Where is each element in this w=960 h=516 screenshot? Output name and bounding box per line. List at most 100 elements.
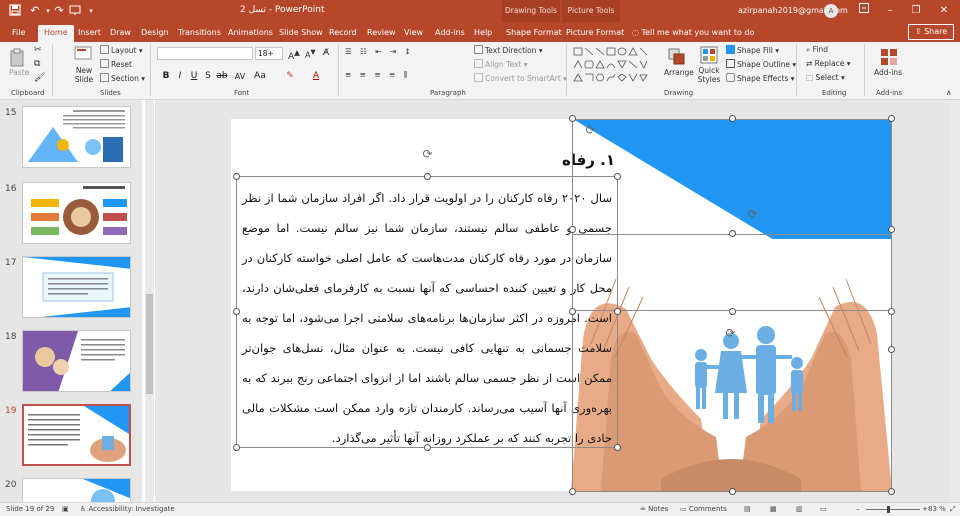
- resize-handle[interactable]: [424, 173, 431, 180]
- zoom-slider-thumb[interactable]: [887, 506, 890, 513]
- slide-sorter-icon[interactable]: ▦: [770, 505, 777, 513]
- tab-home[interactable]: Home: [38, 25, 74, 42]
- rotate-handle-icon[interactable]: ⟳: [584, 124, 597, 137]
- ribbon-display-options-icon[interactable]: [856, 3, 872, 19]
- resize-handle[interactable]: [888, 488, 895, 495]
- character-spacing-icon[interactable]: AV: [234, 70, 246, 83]
- resize-handle[interactable]: [233, 444, 240, 451]
- shape-fill-button[interactable]: Shape Fill ▾: [726, 45, 779, 55]
- tab-add-ins[interactable]: Add-ins: [435, 25, 465, 42]
- clear-formatting-icon[interactable]: A̸: [323, 48, 329, 58]
- resize-handle[interactable]: [729, 488, 736, 495]
- resize-handle[interactable]: [729, 115, 736, 122]
- resize-handle[interactable]: [424, 444, 431, 451]
- accessibility-status[interactable]: ♿ Accessibility: Investigate: [80, 505, 175, 513]
- layout-button[interactable]: Layout ▾: [100, 45, 143, 55]
- resize-handle[interactable]: [888, 115, 895, 122]
- shape-outline-button[interactable]: Shape Outline ▾: [726, 59, 796, 69]
- paste-icon[interactable]: [9, 48, 27, 67]
- resize-handle[interactable]: [729, 230, 736, 237]
- underline-icon[interactable]: U: [188, 70, 200, 83]
- resize-handle[interactable]: [888, 346, 895, 353]
- resize-handle[interactable]: [614, 173, 621, 180]
- tab-help[interactable]: Help: [474, 25, 492, 42]
- reset-button[interactable]: Reset: [100, 59, 132, 69]
- tab-insert[interactable]: Insert: [78, 25, 101, 42]
- resize-handle[interactable]: [569, 226, 576, 233]
- rotate-handle-icon[interactable]: ⟳: [746, 208, 759, 221]
- rotate-handle-icon[interactable]: ⟳: [724, 327, 737, 340]
- slide-thumbnail-15[interactable]: [22, 106, 131, 168]
- redo-icon[interactable]: ↷: [52, 4, 66, 18]
- customize-qat-icon[interactable]: ▾: [84, 4, 98, 18]
- new-slide-button[interactable]: New Slide: [73, 66, 95, 84]
- paste-button[interactable]: Paste: [9, 68, 29, 77]
- collapse-ribbon-icon[interactable]: ∧: [946, 88, 952, 97]
- resize-handle[interactable]: [233, 308, 240, 315]
- slide-thumbnail-16[interactable]: [22, 182, 131, 244]
- align-text-button[interactable]: Align Text ▾: [474, 59, 528, 69]
- text-direction-button[interactable]: Text Direction ▾: [474, 45, 543, 55]
- strikethrough-icon[interactable]: ab: [216, 70, 228, 83]
- tab-view[interactable]: View: [404, 25, 423, 42]
- restore-icon[interactable]: ❐: [908, 3, 924, 19]
- comments-button[interactable]: ▭ Comments: [680, 505, 727, 513]
- present-from-start-icon[interactable]: [68, 4, 82, 18]
- shape-effects-button[interactable]: Shape Effects ▾: [726, 73, 795, 83]
- list-buttons[interactable]: ☰ ☷ ⇤ ⇥ ↕: [345, 47, 414, 56]
- spellcheck-icon[interactable]: ▣: [62, 505, 69, 513]
- font-color-icon[interactable]: A: [310, 70, 322, 83]
- quick-styles-button[interactable]: Quick Styles: [696, 66, 722, 84]
- tab-transitions[interactable]: Transitions: [178, 25, 221, 42]
- scrollbar-thumb[interactable]: [146, 294, 153, 394]
- zoom-slider[interactable]: [866, 509, 920, 510]
- undo-icon[interactable]: ↶: [28, 4, 42, 18]
- zoom-in-icon[interactable]: +: [922, 505, 928, 513]
- resize-handle[interactable]: [729, 308, 736, 315]
- resize-handle[interactable]: [614, 444, 621, 451]
- slideshow-view-icon[interactable]: ▭: [820, 505, 827, 513]
- tab-file[interactable]: File: [12, 25, 25, 42]
- replace-button[interactable]: ⇄ Replace ▾: [806, 59, 851, 68]
- cut-icon[interactable]: ✂: [34, 45, 42, 55]
- resize-handle[interactable]: [569, 308, 576, 315]
- copy-icon[interactable]: ⧉: [34, 59, 40, 69]
- find-button[interactable]: ⌕ Find: [806, 45, 828, 55]
- tell-me-search[interactable]: ◌ Tell me what you want to do: [632, 28, 754, 37]
- textbox-selection-frame[interactable]: [236, 176, 618, 448]
- slide-thumbnail-17[interactable]: [22, 256, 131, 318]
- italic-icon[interactable]: I: [174, 70, 186, 83]
- tab-slide-show[interactable]: Slide Show: [279, 25, 323, 42]
- highlight-icon[interactable]: ✎: [284, 70, 296, 83]
- zoom-out-icon[interactable]: –: [856, 505, 860, 513]
- bold-icon[interactable]: B: [160, 70, 172, 83]
- arrange-icon[interactable]: [668, 48, 686, 66]
- increase-font-size-icon[interactable]: A▲: [288, 48, 300, 62]
- slide-thumbnail-19[interactable]: [22, 404, 131, 466]
- addins-icon[interactable]: [880, 48, 898, 66]
- resize-handle[interactable]: [233, 173, 240, 180]
- convert-smartart-button[interactable]: Convert to SmartArt ▾: [474, 73, 567, 83]
- close-icon[interactable]: ✕: [936, 3, 952, 19]
- alignment-buttons[interactable]: ≡ ≡ ≡ ≡ ⫼: [345, 70, 410, 80]
- tab-review[interactable]: Review: [367, 25, 396, 42]
- section-button[interactable]: Section ▾: [100, 73, 145, 83]
- resize-handle[interactable]: [888, 226, 895, 233]
- select-button[interactable]: ⬚ Select ▾: [806, 73, 845, 82]
- tab-design[interactable]: Design: [141, 25, 169, 42]
- tab-draw[interactable]: Draw: [110, 25, 131, 42]
- rotate-handle-icon[interactable]: ⟳: [421, 148, 434, 161]
- share-button[interactable]: ⇪ Share: [908, 24, 954, 40]
- tab-record[interactable]: Record: [329, 25, 357, 42]
- slide-thumbnail-18[interactable]: [22, 330, 131, 392]
- thumbnails-scrollbar[interactable]: [145, 100, 154, 502]
- format-painter-icon[interactable]: 🖌: [34, 73, 45, 83]
- resize-handle[interactable]: [888, 308, 895, 315]
- notes-button[interactable]: ≐ Notes: [640, 505, 668, 513]
- resize-handle[interactable]: [569, 488, 576, 495]
- reading-view-icon[interactable]: ▥: [796, 505, 803, 513]
- zoom-level[interactable]: 83 %: [928, 505, 946, 513]
- picture-selection-frame[interactable]: [572, 234, 892, 492]
- tab-shape-format[interactable]: Shape Format: [506, 25, 562, 42]
- tab-picture-format[interactable]: Picture Format: [566, 25, 624, 42]
